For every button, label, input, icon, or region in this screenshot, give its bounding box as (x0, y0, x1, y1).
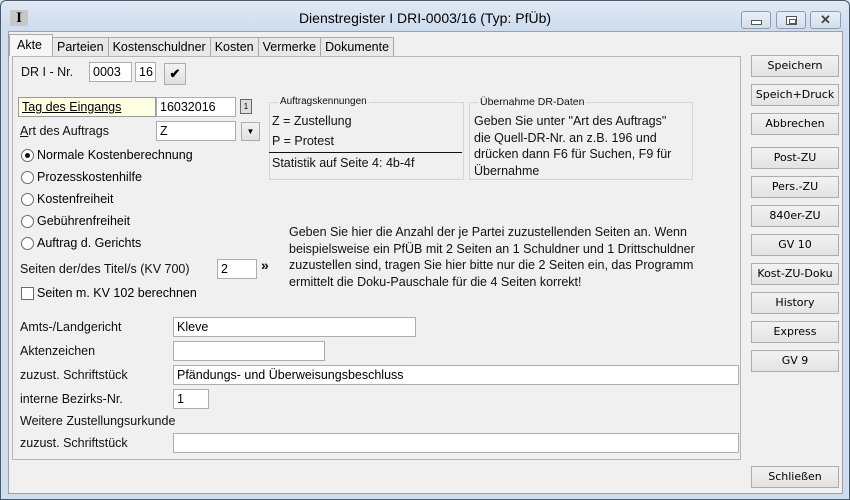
auftrag-type-field[interactable]: Z (156, 121, 236, 141)
divider (269, 152, 462, 153)
gv10-button[interactable]: GV 10 (751, 234, 839, 256)
checkbox-icon (21, 286, 34, 300)
radio-label: Auftrag d. Gerichts (37, 236, 142, 250)
radio-label: Normale Kostenberechnung (37, 148, 193, 162)
seiten-hint-text: Geben Sie hier die Anzahl der je Partei … (289, 225, 695, 289)
tab-vermerke[interactable]: Vermerke (257, 37, 322, 56)
schriftstueck-field[interactable]: Pfändungs- und Überweisungsbeschluss (173, 365, 739, 385)
seiten-label: Seiten der/des Titel/s (KV 700) (20, 262, 190, 276)
radio-label: Prozesskostenhilfe (37, 170, 142, 184)
checkmark-icon: ✔ (169, 66, 181, 81)
abbrechen-button[interactable]: Abbrechen (751, 113, 839, 135)
auftragskennungen-title: Auftragskennungen (278, 96, 369, 107)
double-arrow-icon: » (261, 257, 269, 273)
close-icon: ✕ (820, 12, 831, 27)
maximize-button[interactable] (776, 11, 806, 29)
schliessen-button[interactable]: Schließen (751, 466, 839, 488)
schriftstueck-label: zuzust. Schriftstück (20, 368, 128, 382)
tab-kostenschuldner[interactable]: Kostenschuldner (107, 37, 211, 56)
confirm-button[interactable]: ✔ (164, 63, 186, 85)
kv102-checkbox[interactable]: Seiten m. KV 102 berechnen (21, 286, 197, 300)
calendar-icon[interactable]: 1 (240, 99, 252, 114)
statistik-text: Statistik auf Seite 4: 4b-4f (272, 156, 415, 170)
840er-zu-button[interactable]: 840er-ZU (751, 205, 839, 227)
radio-icon (21, 236, 34, 250)
radio-auftrag-gerichts[interactable]: Auftrag d. Gerichts (21, 236, 141, 250)
tab-parteien[interactable]: Parteien (52, 37, 109, 56)
tab-kosten[interactable]: Kosten (209, 37, 259, 56)
eingang-date-field[interactable]: 16032016 (156, 97, 236, 117)
radio-icon (21, 170, 34, 184)
kv102-label: Seiten m. KV 102 berechnen (37, 286, 197, 300)
post-zu-button[interactable]: Post-ZU (751, 147, 839, 169)
kennung-z: Z = Zustellung (272, 114, 352, 128)
bezirk-field[interactable]: 1 (173, 389, 209, 409)
radio-normale-kostenberechnung[interactable]: Normale Kostenberechnung (21, 148, 193, 162)
gericht-field[interactable]: Kleve (173, 317, 416, 337)
uebernahme-text: Geben Sie unter "Art des Auftrags" die Q… (474, 114, 672, 178)
schriftstueck2-label: zuzust. Schriftstück (20, 436, 128, 450)
dienstregister-window: I Dienstregister I DRI-0003/16 (Typ: PfÜ… (0, 0, 850, 500)
speich-druck-button[interactable]: Speich+Druck (751, 84, 839, 106)
tab-bar: Akte Parteien Kostenschuldner Kosten Ver… (9, 34, 395, 56)
bezirk-label: interne Bezirks-Nr. (20, 392, 123, 406)
tab-dokumente[interactable]: Dokumente (320, 37, 395, 56)
maximize-icon (785, 15, 797, 25)
radio-label: Kostenfreiheit (37, 192, 114, 206)
minimize-button[interactable] (741, 11, 771, 29)
minimize-icon (750, 19, 762, 25)
radio-selected-icon (21, 148, 34, 162)
dri-label: DR I - Nr. (21, 65, 74, 79)
chevron-down-icon: ▼ (246, 127, 255, 136)
speichern-button[interactable]: Speichern (751, 55, 839, 77)
gericht-label: Amts-/Landgericht (20, 320, 122, 334)
uebernahme-title: Übernahme DR-Daten (478, 96, 587, 108)
express-button[interactable]: Express (751, 321, 839, 343)
auftrag-dropdown-button[interactable]: ▼ (241, 122, 260, 141)
auftrag-label: Art des Auftrags (20, 124, 109, 138)
seiten-field[interactable]: 2 (217, 259, 257, 279)
eingang-label: Tag des Eingangs (18, 97, 156, 117)
tab-akte[interactable]: Akte (9, 34, 54, 56)
aktenzeichen-field[interactable] (173, 341, 325, 361)
dri-number-field[interactable]: 0003 (89, 62, 132, 82)
kost-zu-doku-button[interactable]: Kost-ZU-Doku (751, 263, 839, 285)
radio-label: Gebührenfreiheit (37, 214, 131, 228)
kennung-p: P = Protest (272, 134, 334, 148)
history-button[interactable]: History (751, 292, 839, 314)
window-title: Dienstregister I DRI-0003/16 (Typ: PfÜb) (298, 10, 552, 26)
radio-kostenfreiheit[interactable]: Kostenfreiheit (21, 192, 113, 206)
radio-gebuehrenfreiheit[interactable]: Gebührenfreiheit (21, 214, 130, 228)
title-bar[interactable]: I Dienstregister I DRI-0003/16 (Typ: PfÜ… (1, 1, 849, 31)
aktenzeichen-label: Aktenzeichen (20, 344, 96, 358)
schriftstueck2-field[interactable] (173, 433, 739, 453)
radio-icon (21, 192, 34, 206)
radio-icon (21, 214, 34, 228)
gv9-button[interactable]: GV 9 (751, 350, 839, 372)
close-button[interactable]: ✕ (810, 11, 841, 29)
weitere-zustellungsurkunde-label: Weitere Zustellungsurkunde (20, 414, 176, 428)
radio-prozesskostenhilfe[interactable]: Prozesskostenhilfe (21, 170, 142, 184)
pers-zu-button[interactable]: Pers.-ZU (751, 176, 839, 198)
dri-year-field[interactable]: 16 (135, 62, 156, 82)
